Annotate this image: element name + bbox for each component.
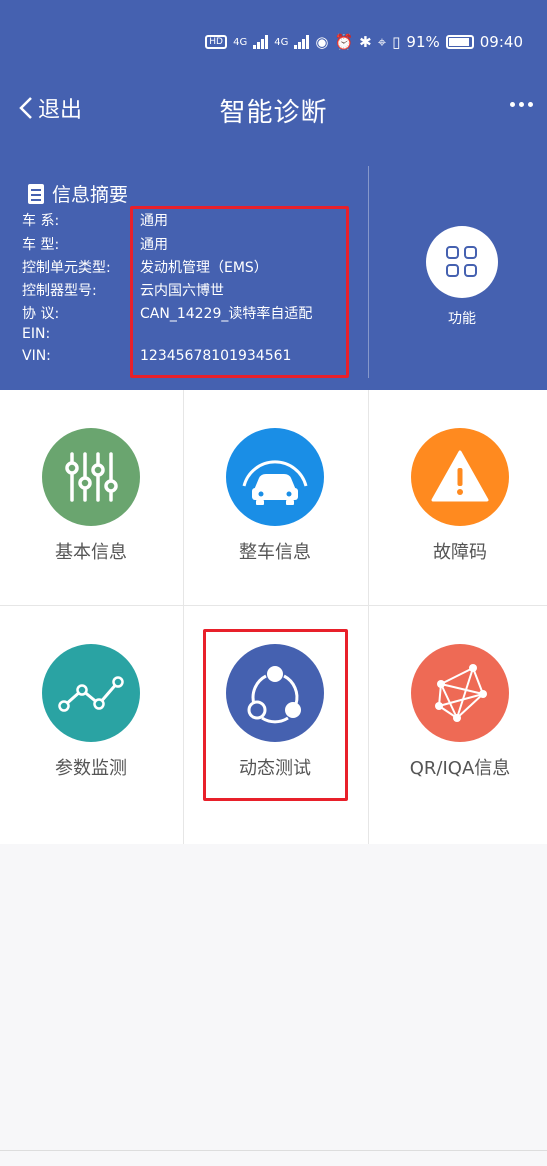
warning-icon — [411, 428, 509, 526]
more-dot-icon — [510, 102, 515, 107]
info-label: 协 议: — [22, 306, 60, 322]
function-label: 功能 — [448, 311, 476, 327]
menu-label: 基本信息 — [55, 542, 127, 563]
alarm-icon: ⏰ — [334, 33, 354, 51]
info-label: 控制器型号: — [22, 283, 97, 299]
network-label-2: 4G — [274, 36, 289, 48]
panel-divider — [368, 166, 369, 378]
highlight-box-dynamic-test — [203, 629, 348, 801]
page-title: 智能诊断 — [219, 98, 328, 128]
menu-item-parameter-monitor[interactable]: 参数监测 — [0, 606, 182, 821]
info-label: VIN: — [22, 348, 51, 364]
status-icons: HD 4G 4G ◉ ⏰ ✱ ⌖ ▯ 91% 09:40 — [205, 32, 523, 52]
info-title-text: 信息摘要 — [52, 184, 129, 206]
signal-icon — [253, 35, 269, 49]
more-dot-icon — [528, 102, 533, 107]
sliders-icon — [42, 428, 140, 526]
battery-icon — [445, 35, 474, 49]
menu-label: 参数监测 — [55, 758, 127, 779]
info-label: 车 系: — [22, 213, 60, 229]
menu-item-fault-code[interactable]: 故障码 — [369, 390, 547, 605]
location-icon: ⌖ — [377, 33, 387, 51]
network-icon — [411, 644, 509, 742]
menu-label: 整车信息 — [239, 542, 311, 563]
info-summary-title: 信息摘要 — [28, 180, 128, 207]
bottom-divider — [0, 1150, 547, 1151]
menu-label: 故障码 — [433, 542, 487, 563]
status-bar: HD 4G 4G ◉ ⏰ ✱ ⌖ ▯ 91% 09:40 — [0, 0, 547, 66]
status-time: 09:40 — [479, 33, 523, 51]
apps-grid-icon — [426, 226, 498, 298]
menu-item-vehicle-info[interactable]: 整车信息 — [184, 390, 366, 605]
info-label: EIN: — [22, 326, 51, 342]
menu-label: QR/IQA信息 — [409, 758, 511, 779]
function-button[interactable]: 功能 — [426, 226, 498, 328]
menu-item-qr-iqa-info[interactable]: QR/IQA信息 — [369, 606, 547, 821]
more-menu-button[interactable] — [510, 102, 533, 107]
bluetooth-icon: ✱ — [359, 33, 372, 51]
signal-icon-2 — [294, 35, 310, 49]
battery-percent: 91% — [406, 33, 440, 51]
menu-item-basic-info[interactable]: 基本信息 — [0, 390, 182, 605]
vibrate-icon: ▯ — [392, 33, 401, 51]
graph-icon — [42, 644, 140, 742]
hd-icon: HD — [205, 35, 228, 49]
info-label: 控制单元类型: — [22, 260, 111, 276]
car-icon — [226, 428, 324, 526]
app-header: 退出 智能诊断 — [0, 66, 547, 154]
more-dot-icon — [519, 102, 524, 107]
network-label-1: 4G — [233, 36, 248, 48]
info-label: 车 型: — [22, 237, 60, 253]
eye-icon: ◉ — [315, 33, 329, 51]
document-icon — [28, 183, 44, 204]
highlight-box-info — [130, 206, 349, 378]
